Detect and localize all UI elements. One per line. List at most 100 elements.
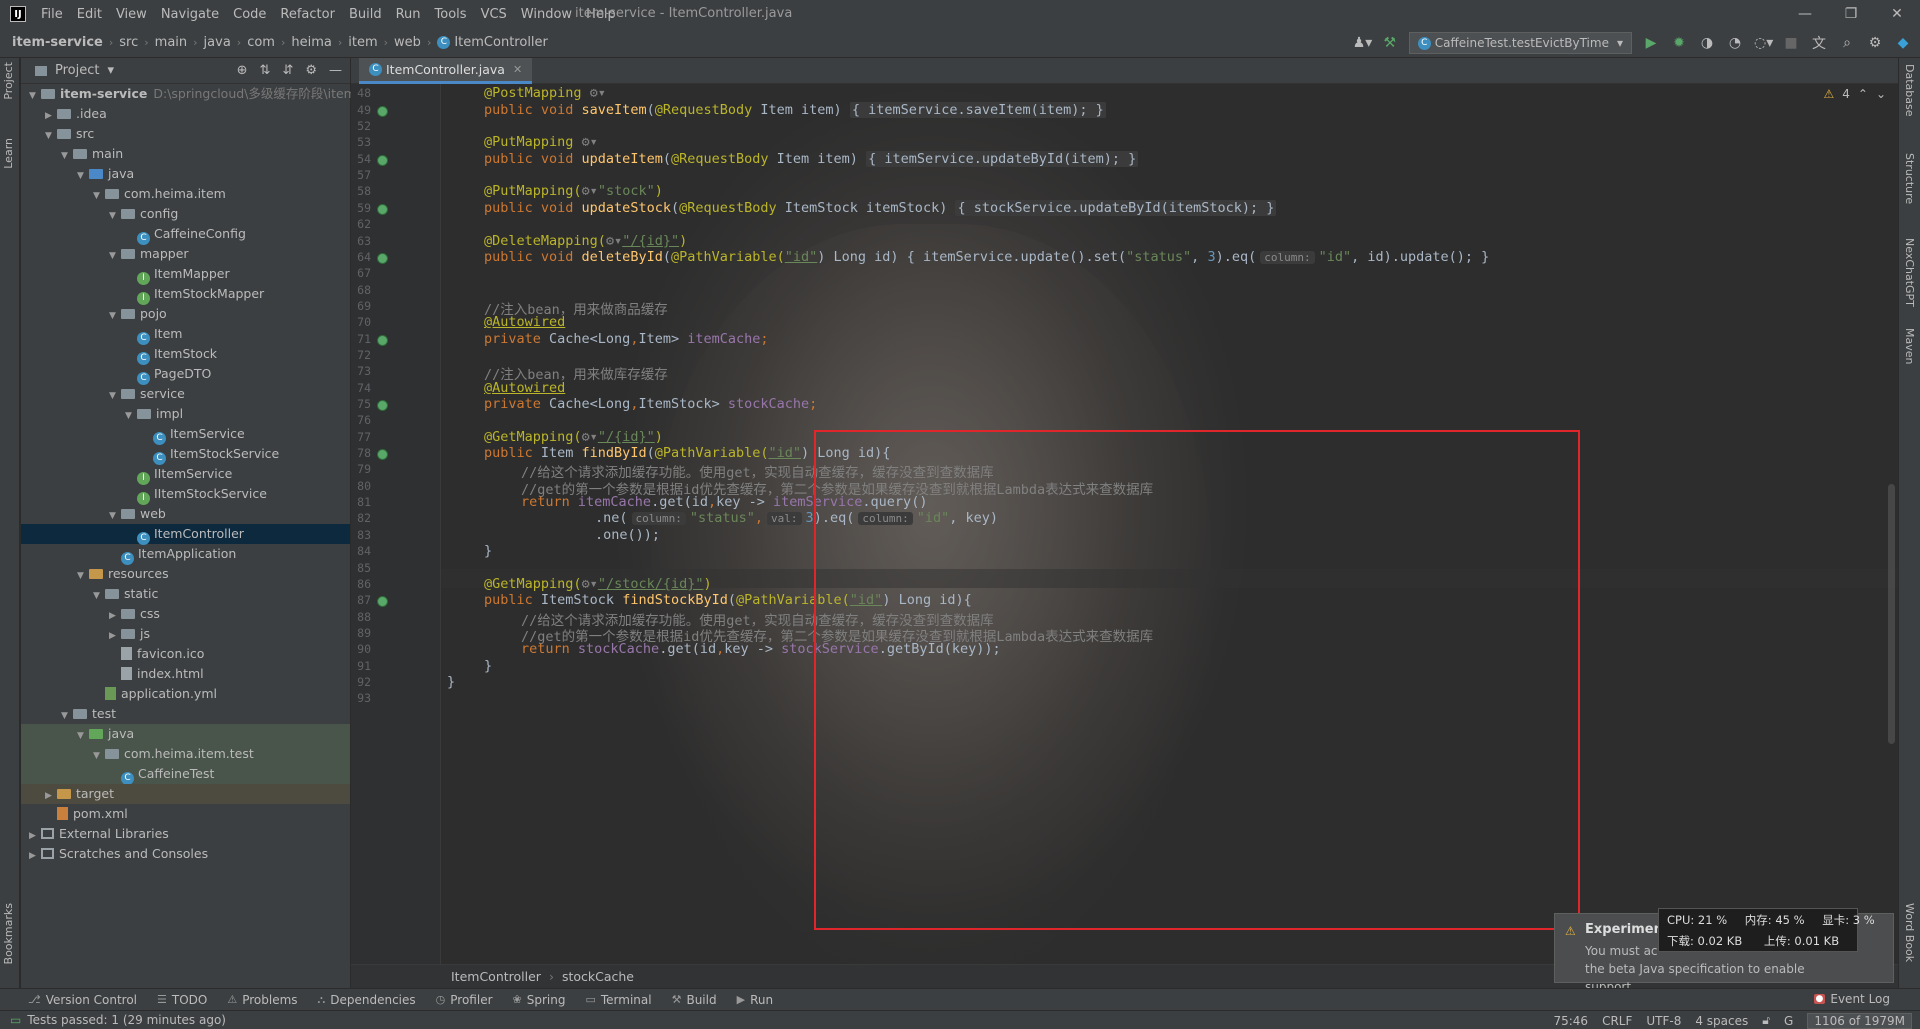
tree-item[interactable]: ▼ java bbox=[21, 724, 350, 744]
code-line[interactable]: .one()); bbox=[595, 527, 660, 543]
tree-item[interactable]: ▼ impl bbox=[21, 404, 350, 424]
tree-item[interactable]: ▼ test bbox=[21, 704, 350, 724]
chevron-down-icon[interactable]: ▾ bbox=[107, 63, 114, 78]
toolwindow-build[interactable]: ⚒ Build bbox=[672, 993, 717, 1007]
settings-gear-icon[interactable]: ⚙ bbox=[1866, 35, 1884, 51]
expanded-arrow-icon[interactable]: ▼ bbox=[93, 746, 105, 766]
tree-item[interactable]: ▶ css bbox=[21, 604, 350, 624]
inspection-widget[interactable]: ⚠ 4 ⌃ ⌄ bbox=[1823, 87, 1886, 101]
breadcrumb-item[interactable]: src bbox=[119, 35, 138, 50]
tree-item[interactable]: I IItemService bbox=[21, 464, 350, 485]
tree-item[interactable]: C ItemController bbox=[21, 524, 350, 545]
tree-item[interactable]: I IItemStockService bbox=[21, 484, 350, 505]
code-editor[interactable]: 4748495253545758596263646768697071727374… bbox=[351, 84, 1898, 964]
toolwindow-version-control[interactable]: ⎇ Version Control bbox=[28, 993, 137, 1007]
expanded-arrow-icon[interactable]: ▼ bbox=[109, 206, 121, 226]
debug-icon[interactable]: ✹ bbox=[1670, 35, 1688, 51]
tree-item[interactable]: ▼ web bbox=[21, 504, 350, 524]
tree-item[interactable]: ▼ com.heima.item.test bbox=[21, 744, 350, 764]
collapse-all-icon[interactable]: ⇵ bbox=[282, 63, 293, 78]
code-line[interactable]: @PutMapping ⚙▾ bbox=[484, 134, 598, 150]
indent-setting[interactable]: 4 spaces bbox=[1695, 1014, 1748, 1028]
editor-scrollbar[interactable] bbox=[1884, 84, 1898, 964]
spring-bean-gutter-icon[interactable] bbox=[377, 449, 388, 461]
file-encoding[interactable]: UTF-8 bbox=[1646, 1014, 1681, 1028]
spring-bean-gutter-icon[interactable] bbox=[377, 596, 388, 608]
tree-item[interactable]: C ItemStock bbox=[21, 344, 350, 365]
toolwindow-terminal[interactable]: ▭ Terminal bbox=[585, 993, 651, 1007]
expanded-arrow-icon[interactable]: ▼ bbox=[109, 246, 121, 266]
tree-item[interactable]: ▶ js bbox=[21, 624, 350, 644]
scrollbar-thumb[interactable] bbox=[1888, 484, 1895, 744]
menu-tools[interactable]: Tools bbox=[428, 7, 474, 22]
tree-item[interactable]: C ItemService bbox=[21, 424, 350, 445]
collapsed-arrow-icon[interactable]: ▶ bbox=[109, 606, 121, 626]
spring-bean-gutter-icon[interactable] bbox=[377, 105, 388, 117]
crumb-field[interactable]: stockCache bbox=[562, 969, 634, 984]
minimize-icon[interactable]: — bbox=[1782, 0, 1828, 28]
translate-icon[interactable]: 文 bbox=[1810, 33, 1828, 53]
collapsed-arrow-icon[interactable]: ▶ bbox=[29, 846, 41, 866]
status-message[interactable]: Tests passed: 1 (29 minutes ago) bbox=[27, 1013, 226, 1027]
expanded-arrow-icon[interactable]: ▼ bbox=[61, 146, 73, 166]
tree-item[interactable]: ▼ config bbox=[21, 204, 350, 224]
tree-item[interactable]: ▼ item-service D:\springcloud\多级缓存阶段\item-… bbox=[21, 84, 367, 106]
expanded-arrow-icon[interactable]: ▼ bbox=[77, 726, 89, 746]
code-line[interactable]: private Cache<Long,ItemStock> stockCache… bbox=[484, 396, 817, 412]
menu-refactor[interactable]: Refactor bbox=[273, 7, 342, 22]
profile-icon[interactable]: ◔ bbox=[1726, 35, 1744, 51]
menu-navigate[interactable]: Navigate bbox=[154, 7, 226, 22]
code-line[interactable]: private Cache<Long,Item> itemCache; bbox=[484, 331, 769, 347]
locate-icon[interactable]: ⊕ bbox=[237, 63, 248, 78]
event-log-button[interactable]: ● Event Log bbox=[1813, 992, 1890, 1006]
gear-icon[interactable]: ⚙ bbox=[305, 63, 317, 78]
collapsed-arrow-icon[interactable]: ▶ bbox=[45, 106, 57, 126]
collapsed-arrow-icon[interactable]: ▶ bbox=[29, 826, 41, 846]
prev-highlight-icon[interactable]: ⌃ bbox=[1858, 87, 1868, 101]
tree-item[interactable]: C ItemStockService bbox=[21, 444, 350, 465]
code-line[interactable]: @DeleteMapping(⚙▾"/{id}") bbox=[484, 233, 687, 249]
expanded-arrow-icon[interactable]: ▼ bbox=[109, 386, 121, 406]
line-separator[interactable]: CRLF bbox=[1602, 1014, 1632, 1028]
breadcrumb-item[interactable]: heima bbox=[291, 35, 331, 50]
code-line[interactable]: @PostMapping ⚙▾ bbox=[484, 85, 606, 101]
tree-item[interactable]: ▼ pojo bbox=[21, 304, 350, 324]
code-line[interactable]: } bbox=[484, 658, 492, 674]
run-configuration-select[interactable]: C CaffeineTest.testEvictByTime ▾ bbox=[1408, 32, 1632, 54]
tab-item-controller[interactable]: C ItemController.java ✕ bbox=[359, 58, 533, 84]
toolwindow-dependencies[interactable]: ⛬ Dependencies bbox=[318, 993, 416, 1007]
code-line[interactable]: public void deleteById(@PathVariable("id… bbox=[484, 249, 1489, 265]
expanded-arrow-icon[interactable]: ▼ bbox=[93, 586, 105, 606]
menu-build[interactable]: Build bbox=[342, 7, 389, 22]
expanded-arrow-icon[interactable]: ▼ bbox=[29, 86, 41, 106]
tab-bookmarks[interactable]: Bookmarks bbox=[2, 903, 15, 964]
breadcrumb-item[interactable]: item bbox=[348, 35, 377, 50]
plugin-icon[interactable]: ◆ bbox=[1894, 35, 1912, 51]
code-line[interactable]: } bbox=[447, 674, 455, 690]
lock-icon[interactable]: 🔓︎ bbox=[1762, 1013, 1770, 1028]
toolwindow-profiler[interactable]: ◷ Profiler bbox=[436, 993, 493, 1007]
project-panel-title[interactable]: Project bbox=[55, 63, 99, 78]
tree-item[interactable]: index.html bbox=[21, 664, 350, 684]
code-line[interactable]: public void updateStock(@RequestBody Ite… bbox=[484, 199, 1277, 216]
expanded-arrow-icon[interactable]: ▼ bbox=[45, 126, 57, 146]
expanded-arrow-icon[interactable]: ▼ bbox=[125, 406, 137, 426]
code-line[interactable]: @PutMapping(⚙▾"stock") bbox=[484, 183, 663, 199]
tree-item[interactable]: ▶ .idea bbox=[21, 104, 350, 124]
code-line[interactable]: @GetMapping(⚙▾"/{id}") bbox=[484, 429, 663, 445]
collapsed-arrow-icon[interactable]: ▶ bbox=[109, 626, 121, 646]
menu-vcs[interactable]: VCS bbox=[474, 7, 514, 22]
menu-window[interactable]: Window bbox=[514, 7, 579, 22]
close-icon[interactable]: ✕ bbox=[1874, 0, 1920, 28]
tree-item[interactable]: pom.xml bbox=[21, 804, 350, 824]
expanded-arrow-icon[interactable]: ▼ bbox=[109, 506, 121, 526]
code-line[interactable]: @GetMapping(⚙▾"/stock/{id}") bbox=[484, 576, 712, 592]
tree-item[interactable]: C CaffeineConfig bbox=[21, 224, 350, 245]
stop-icon[interactable]: ■ bbox=[1782, 35, 1800, 51]
toolwindow-todo[interactable]: ☰ TODO bbox=[157, 993, 207, 1007]
expanded-arrow-icon[interactable]: ▼ bbox=[61, 706, 73, 726]
tree-item[interactable]: C PageDTO bbox=[21, 364, 350, 385]
build-hammer-icon[interactable]: ⚒ bbox=[1381, 35, 1399, 51]
toolwindow-run[interactable]: ▶ Run bbox=[737, 993, 773, 1007]
tree-item[interactable]: I ItemMapper bbox=[21, 264, 350, 285]
